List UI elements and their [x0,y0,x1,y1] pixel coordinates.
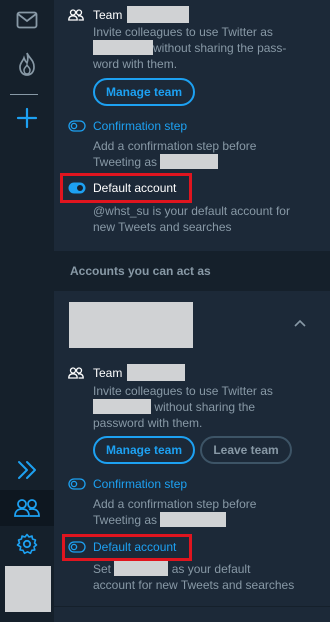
redacted-handle [93,40,153,55]
expand-button[interactable] [0,452,54,488]
confirmation-step-row[interactable]: Confirmation step [68,119,187,133]
leave-team-button[interactable]: Leave team [200,436,292,464]
settings-icon [16,533,38,555]
avatar[interactable] [5,566,51,612]
default-account-description: @whst_su is your default account for new… [93,204,290,234]
redacted-handle [160,512,227,527]
messages-button[interactable] [0,2,54,38]
section-header: Accounts you can act as [54,251,330,291]
rail-divider [10,94,38,95]
confirmation-step-description: Add a confirmation step before Tweeting … [93,497,257,527]
redacted-account-identity [69,302,193,348]
settings-button[interactable] [0,526,54,562]
column-rail [0,0,54,622]
confirmation-step-label: Confirmation step [93,119,188,133]
toggle-off-icon [68,477,86,491]
highlight-box [62,534,192,561]
team-label: Team [93,7,123,22]
team-row: Team [68,364,186,381]
mail-icon [16,11,38,29]
highlight-box [60,173,192,203]
fire-icon [19,52,35,76]
team-icon [68,8,86,22]
team-icon [68,366,86,380]
trending-button[interactable] [0,46,54,82]
accounts-panel: Team Invite colleagues to use Twitter as… [54,0,330,622]
add-column-button[interactable] [0,100,54,136]
redacted-handle [93,399,151,414]
team-description: Invite colleagues to use Twitter as with… [93,25,287,71]
confirmation-step-row[interactable]: Confirmation step [68,477,187,491]
team-label: Team [93,365,123,380]
toggle-off-icon [68,119,86,133]
chevron-up-icon[interactable] [294,319,306,327]
redacted-handle [114,561,169,576]
redacted-team-name [127,364,186,381]
confirmation-step-description: Add a confirmation step before Tweeting … [93,139,257,169]
redacted-team-name [127,6,190,23]
team-row: Team [68,6,190,23]
manage-team-button[interactable]: Manage team [93,436,195,464]
manage-team-button[interactable]: Manage team [93,78,195,106]
accounts-button[interactable] [0,490,54,526]
plus-icon [16,107,38,129]
default-account-description: Set as your default account for new Twee… [93,561,295,592]
team-description: Invite colleagues to use Twitter as with… [93,384,273,430]
accounts-icon [14,499,40,517]
confirmation-step-label: Confirmation step [93,477,188,491]
expand-icon [18,461,36,479]
divider [54,606,330,607]
redacted-handle [160,154,219,169]
